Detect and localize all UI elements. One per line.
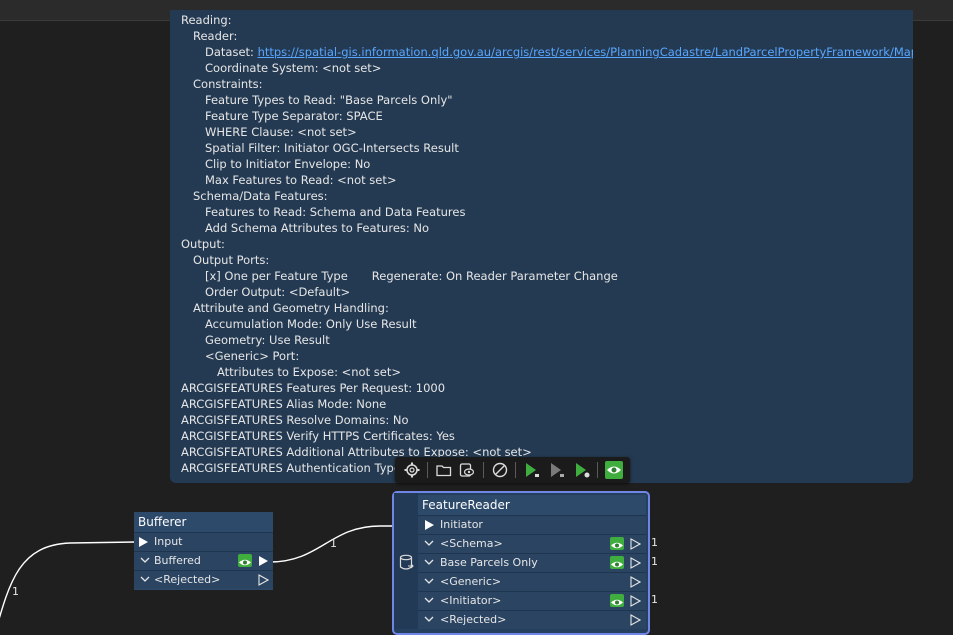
- featurereader-sidebar: [394, 493, 418, 629]
- featurereader-input-port[interactable]: Initiator: [418, 515, 646, 534]
- bufferer-title: Bufferer: [138, 515, 187, 529]
- featurereader-port-label: Base Parcels Only: [440, 556, 538, 569]
- toolbar-separator: [597, 462, 598, 478]
- output-arrow-icon[interactable]: [258, 555, 269, 567]
- node-toolbar: [395, 457, 630, 483]
- featurereader-port-label: <Rejected>: [440, 613, 507, 626]
- bufferer-port-label: <Rejected>: [154, 573, 221, 586]
- chevron-down-icon[interactable]: [140, 555, 150, 565]
- chevron-down-icon[interactable]: [424, 538, 434, 548]
- output-arrow-icon[interactable]: [630, 538, 641, 550]
- chevron-down-icon[interactable]: [424, 614, 434, 624]
- run-from-this-icon[interactable]: [548, 461, 566, 479]
- toolbar-separator: [427, 462, 428, 478]
- bufferer-output-port[interactable]: Buffered: [134, 551, 273, 570]
- bufferer-input-port[interactable]: Input: [134, 532, 273, 551]
- featurereader-port-label: <Generic>: [440, 575, 502, 588]
- featurereader-output-port[interactable]: <Rejected>: [418, 610, 646, 629]
- inspect-eye-icon[interactable]: [610, 594, 624, 607]
- cache-icon[interactable]: [458, 461, 476, 479]
- toolbar-separator: [483, 462, 484, 478]
- inspect-icon[interactable]: [605, 461, 623, 479]
- inspect-eye-icon[interactable]: [238, 554, 252, 567]
- toolbar-separator: [515, 462, 516, 478]
- connection-count-left: 1: [12, 585, 19, 598]
- port-feature-count: 1: [651, 593, 658, 606]
- output-arrow-icon[interactable]: [630, 595, 641, 607]
- gear-icon[interactable]: [403, 461, 421, 479]
- featurereader-input-label: Initiator: [440, 518, 483, 531]
- featurereader-port-label: <Schema>: [440, 537, 503, 550]
- port-feature-count: 1: [651, 555, 658, 568]
- output-arrow-icon[interactable]: [630, 576, 641, 588]
- bufferer-port-label: Buffered: [154, 554, 201, 567]
- featurereader-output-port[interactable]: <Schema>: [418, 534, 646, 553]
- database-icon: [399, 554, 414, 570]
- bufferer-input-label: Input: [154, 535, 183, 548]
- featurereader-output-port[interactable]: <Generic>: [418, 572, 646, 591]
- chevron-down-icon[interactable]: [424, 557, 434, 567]
- run-partial-icon[interactable]: [573, 461, 591, 479]
- output-arrow-icon[interactable]: [630, 557, 641, 569]
- featurereader-title: FeatureReader: [418, 495, 646, 515]
- featurereader-output-port[interactable]: Base Parcels Only: [418, 553, 646, 572]
- chevron-down-icon[interactable]: [140, 574, 150, 584]
- input-arrow-icon: [425, 520, 434, 530]
- chevron-down-icon[interactable]: [424, 576, 434, 586]
- run-to-this-icon[interactable]: [523, 461, 541, 479]
- input-arrow-icon: [139, 537, 148, 547]
- chevron-down-icon[interactable]: [424, 595, 434, 605]
- wire-into-bufferer: [0, 541, 137, 619]
- featurereader-transformer[interactable]: FeatureReader Initiator <Schema> Base Par…: [392, 491, 650, 635]
- port-feature-count: 1: [651, 536, 658, 549]
- bufferer-output-port[interactable]: <Rejected>: [134, 570, 273, 589]
- connection-count-middle: 1: [330, 537, 337, 550]
- featurereader-port-label: <Initiator>: [440, 594, 502, 607]
- inspect-eye-icon[interactable]: [610, 556, 624, 569]
- bufferer-transformer[interactable]: Bufferer Input Buffered <Rejected>: [134, 512, 273, 590]
- featurereader-output-port[interactable]: <Initiator>: [418, 591, 646, 610]
- inspect-eye-icon[interactable]: [610, 537, 624, 550]
- output-arrow-icon[interactable]: [258, 574, 269, 586]
- folder-open-icon[interactable]: [435, 461, 453, 479]
- disable-icon[interactable]: [491, 461, 509, 479]
- output-arrow-icon[interactable]: [630, 614, 641, 626]
